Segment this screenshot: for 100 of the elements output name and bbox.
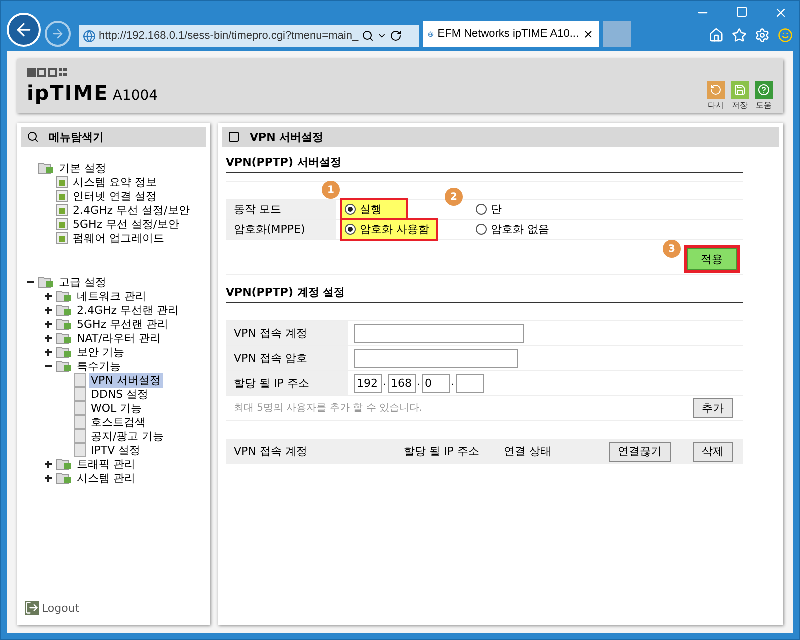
menu-item[interactable]: IPTV 설정 — [89, 442, 143, 458]
logout-button[interactable]: Logout — [21, 601, 206, 621]
expand-icon[interactable] — [44, 320, 52, 328]
expand-icon[interactable] — [44, 334, 52, 342]
window-icon — [228, 131, 240, 143]
smiley-icon[interactable] — [778, 28, 793, 43]
page-icon — [56, 204, 68, 216]
star-icon[interactable] — [732, 28, 747, 43]
expand-icon[interactable] — [44, 292, 52, 300]
menu-item[interactable]: WOL 기능 — [89, 400, 144, 416]
page-icon — [56, 190, 68, 202]
collapse-icon[interactable] — [26, 278, 34, 286]
menu-item[interactable]: 5GHz 무선 설정/보안 — [71, 216, 182, 232]
ip-separator: . — [416, 378, 421, 388]
ip-octet-field[interactable]: 0 — [422, 374, 450, 392]
expand-icon[interactable] — [44, 460, 52, 468]
menu-item[interactable]: 고급 설정 — [57, 274, 108, 290]
menu-item[interactable]: 2.4GHz 무선랜 관리 — [75, 302, 182, 318]
field-label: 동작 모드 — [226, 200, 336, 219]
arrow-right-icon — [51, 27, 65, 41]
menu-item[interactable]: 인터넷 연결 설정 — [71, 188, 159, 204]
add-button[interactable]: 추가 — [693, 398, 733, 418]
squares-icon — [27, 68, 67, 76]
search-icon — [27, 131, 39, 143]
expand-icon[interactable] — [44, 474, 52, 482]
ip-separator: . — [450, 378, 455, 388]
expand-icon[interactable] — [44, 306, 52, 314]
radio-option[interactable]: 실행 — [342, 200, 406, 219]
model-name: A1004 — [112, 88, 158, 104]
menu-item[interactable]: 특수기능 — [75, 358, 123, 374]
help-icon — [758, 84, 770, 96]
apply-button[interactable]: 적용 — [687, 248, 737, 270]
menu-item[interactable]: DDNS 설정 — [89, 386, 151, 402]
section-title: VPN(PPTP) 계정 설정 — [226, 285, 743, 303]
input-field[interactable] — [354, 348, 518, 368]
settings-icon[interactable] — [755, 28, 770, 43]
menu-item[interactable]: 공지/광고 기능 — [89, 428, 166, 444]
return-icon — [710, 84, 722, 96]
step-badge: 1 — [322, 181, 340, 199]
panel-title: VPN 서버설정 — [250, 130, 324, 144]
expand-icon[interactable] — [44, 348, 52, 356]
field-label: 암호화(MPPE) — [226, 220, 336, 239]
home-icon[interactable] — [709, 28, 724, 43]
ip-octet-field[interactable]: 192 — [354, 374, 382, 392]
folder-icon — [56, 346, 72, 358]
menu-item[interactable]: 시스템 요약 정보 — [71, 174, 159, 190]
folder-icon — [56, 458, 72, 470]
folder-icon — [56, 304, 72, 316]
refresh-icon[interactable] — [390, 30, 402, 42]
hint-text: 최대 5명의 사용자를 추가 할 수 있습니다. — [233, 402, 424, 415]
ip-separator: . — [382, 378, 387, 388]
menu-item[interactable]: 네트워크 관리 — [75, 288, 148, 304]
menu-item[interactable]: 보안 기능 — [75, 344, 126, 360]
menu-item[interactable]: 시스템 관리 — [75, 470, 138, 486]
url-text: http://192.168.0.1/sess-bin/timepro.cgi?tmenu=main_ — [99, 30, 359, 42]
menu-item[interactable]: VPN 서버설정 — [89, 372, 163, 388]
section-title: VPN(PPTP) 서버설정 — [226, 155, 743, 173]
page-icon — [74, 387, 86, 401]
step-badge: 3 — [663, 240, 681, 258]
panel-title: 메뉴탐색기 — [49, 130, 104, 144]
field-label: 할당 될 IP 주소 — [226, 371, 348, 395]
field-label: VPN 접속 계정 — [226, 321, 348, 345]
back-button[interactable] — [7, 13, 41, 47]
menu-item[interactable]: 트래픽 관리 — [75, 456, 138, 472]
page-icon — [74, 415, 86, 429]
search-icon[interactable] — [362, 30, 374, 42]
input-field[interactable] — [354, 324, 524, 342]
address-bar[interactable]: http://192.168.0.1/sess-bin/timepro.cgi?tmenu=main_ — [79, 25, 419, 47]
column-header: 할당 될 IP 주소 — [403, 444, 480, 459]
folder-icon — [56, 318, 72, 330]
globe-icon — [83, 30, 96, 42]
page-icon — [74, 373, 86, 387]
field-label: VPN 접속 암호 — [226, 346, 348, 370]
save-icon — [734, 84, 746, 96]
menu-item[interactable]: 5GHz 무선랜 관리 — [75, 316, 171, 332]
ip-octet-field[interactable] — [456, 374, 484, 392]
menu-item[interactable]: 2.4GHz 무선 설정/보안 — [71, 202, 192, 218]
browser-tab[interactable]: EFM Networks ipTIME A10... — [423, 21, 599, 47]
folder-icon — [38, 276, 54, 288]
folder-icon — [56, 290, 72, 302]
menu-item[interactable]: NAT/라우터 관리 — [75, 330, 163, 346]
page-icon — [56, 232, 68, 244]
menu-item[interactable]: 펌웨어 업그레이드 — [71, 230, 166, 246]
collapse-icon[interactable] — [44, 362, 52, 370]
logout-icon — [25, 601, 39, 615]
step-badge: 2 — [445, 188, 463, 206]
close-icon[interactable] — [583, 28, 594, 40]
menu-item[interactable]: 호스트검색 — [89, 414, 148, 430]
maximize-icon[interactable] — [736, 6, 748, 18]
menu-item[interactable]: 기본 설정 — [57, 160, 108, 176]
table-button[interactable]: 삭제 — [693, 442, 733, 462]
page-icon — [74, 429, 86, 443]
radio-option[interactable]: 암호화 사용함 — [342, 220, 436, 239]
page-icon — [56, 176, 68, 188]
page-icon — [74, 401, 86, 415]
folder-icon — [38, 162, 54, 174]
page-icon — [74, 443, 86, 457]
folder-icon — [56, 360, 72, 372]
ip-octet-field[interactable]: 168 — [388, 374, 416, 392]
table-button[interactable]: 연결끊기 — [609, 442, 671, 462]
